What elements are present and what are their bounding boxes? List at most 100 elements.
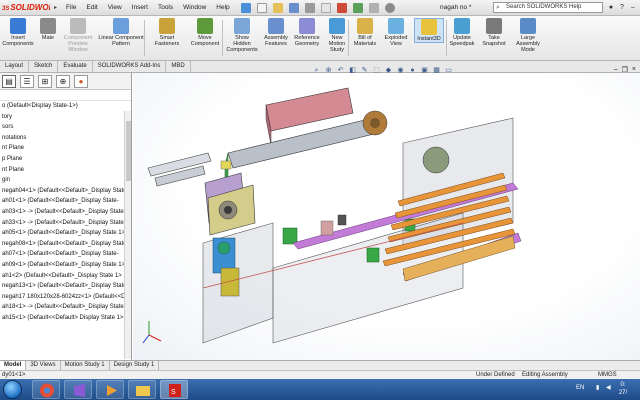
feature-filter[interactable] [0, 90, 131, 101]
tree-item[interactable]: ah1<2> (Default<<Default>_Display State … [0, 271, 131, 282]
ribbon-button-bom[interactable]: Bill of Materials [352, 18, 378, 47]
ribbon-button-smart-fasteners[interactable]: Smart Fasteners [150, 18, 184, 47]
ribbon-button-preview-window[interactable]: Component Preview Window [62, 18, 94, 53]
taskbar-browser-app[interactable] [32, 380, 60, 399]
dynamic-annotation-icon[interactable]: ✎ [360, 66, 369, 75]
open-icon[interactable] [272, 2, 283, 13]
assembly-model[interactable] [133, 73, 640, 360]
tab-evaluate[interactable]: Evaluate [58, 61, 93, 72]
tree-item[interactable]: ah01<1> (Default<<Default>_Display State… [0, 196, 131, 207]
menu-tools[interactable]: Tools [153, 4, 178, 11]
ribbon-button-assembly-features[interactable]: Assembly Features [262, 18, 290, 47]
view-settings-icon[interactable]: ▦ [432, 66, 441, 75]
monitor-icon[interactable]: ▭ [444, 66, 453, 75]
menu-view[interactable]: View [103, 4, 127, 11]
ribbon-button-large-assembly[interactable]: Large Assembly Mode [512, 18, 544, 53]
tree-item[interactable]: ah33<1> -> (Default<<Default>_Display St… [0, 218, 131, 229]
tree-item[interactable]: o (Default<Display State-1>) [0, 101, 131, 112]
start-button[interactable] [3, 380, 22, 399]
new-document-icon[interactable] [256, 2, 267, 13]
select-icon[interactable] [336, 2, 347, 13]
menu-insert[interactable]: Insert [127, 4, 153, 11]
tab-mbd[interactable]: MBD [166, 61, 191, 72]
tree-item[interactable]: notations [0, 133, 131, 144]
file-properties-icon[interactable] [368, 2, 379, 13]
help-icon[interactable]: ? [617, 2, 627, 13]
graphics-area[interactable] [133, 73, 640, 360]
section-view-icon[interactable]: ◧ [348, 66, 357, 75]
home-icon[interactable] [240, 2, 251, 13]
tree-item[interactable]: negah04<1> (Default<<Default>_Display St… [0, 186, 131, 197]
ribbon-button-instant3d[interactable]: Instant3D [414, 18, 444, 43]
status-units[interactable]: MMGS [598, 371, 617, 379]
network-icon[interactable]: ▮ [596, 384, 599, 391]
tree-item[interactable]: ah15<1> (Default<<Default> Display State… [0, 313, 131, 324]
menu-expand-icon[interactable]: ▸ [50, 4, 61, 11]
scrollbar-thumb[interactable] [126, 121, 131, 181]
tree-item[interactable]: tory [0, 112, 131, 123]
solidworks-logo[interactable]: 3SSOLIDWORKS [0, 3, 50, 12]
zoom-to-fit-icon[interactable]: ⌕ [312, 66, 321, 75]
restore-view-icon[interactable]: ❐ [622, 66, 628, 74]
model-tab-motion-study-1[interactable]: Motion Study 1 [61, 361, 110, 370]
ribbon-button-linear-pattern[interactable]: Linear Component Pattern [96, 18, 146, 47]
print-icon[interactable] [304, 2, 315, 13]
ribbon-button-snapshot[interactable]: Take Snapshot [480, 18, 508, 47]
menu-window[interactable]: Window [178, 4, 211, 11]
save-icon[interactable] [288, 2, 299, 13]
tree-item[interactable]: negah08<1> (Default<<Default>_Display St… [0, 239, 131, 250]
taskbar-explorer-app[interactable] [128, 380, 156, 399]
tree-item[interactable]: ah18<1> -> (Default<<Default>_Display St… [0, 302, 131, 313]
tab-sketch[interactable]: Sketch [29, 61, 59, 72]
menu-file[interactable]: File [61, 4, 81, 11]
user-icon[interactable]: ● [606, 2, 616, 13]
feature-tree-scrollbar[interactable] [124, 111, 131, 359]
minimize-view-icon[interactable]: – [614, 66, 618, 74]
ribbon-button-exploded-view[interactable]: Exploded View [382, 18, 410, 47]
hide-show-items-icon[interactable]: ◉ [396, 66, 405, 75]
clock[interactable]: 0: 27/ [610, 381, 636, 397]
minimize-icon[interactable]: – [628, 2, 638, 13]
taskbar-media-app[interactable] [96, 380, 124, 399]
tree-item[interactable]: nt Plane [0, 165, 131, 176]
configuration-manager-tab-icon[interactable]: ⊞ [38, 74, 52, 88]
tree-item[interactable]: ah09<1> (Default<<Default>_Display State… [0, 260, 131, 271]
ribbon-button-show-hidden[interactable]: Show Hidden Components [226, 18, 258, 53]
edit-appearance-icon[interactable]: ● [408, 66, 417, 75]
view-orientation-icon[interactable]: ⬚ [372, 66, 381, 75]
tree-item[interactable]: sors [0, 122, 131, 133]
zoom-to-area-icon[interactable]: ⊕ [324, 66, 333, 75]
menu-help[interactable]: Help [211, 4, 234, 11]
model-tab-model[interactable]: Model [0, 361, 27, 370]
ribbon-button-speedpak[interactable]: Update Speedpak [448, 18, 476, 47]
model-tab-3d-views[interactable]: 3D Views [26, 361, 61, 370]
undo-icon[interactable] [320, 2, 331, 13]
display-style-icon[interactable]: ◆ [384, 66, 393, 75]
tree-item[interactable]: p Plane [0, 154, 131, 165]
tree-item[interactable]: negah17 180x120x28-6024zz<1> (Default<<D… [0, 292, 131, 303]
apply-scene-icon[interactable]: ▣ [420, 66, 429, 75]
taskbar-visual-studio-app[interactable] [64, 380, 92, 399]
display-manager-tab-icon[interactable]: ● [74, 74, 88, 88]
ribbon-button-motion-study[interactable]: New Motion Study [326, 18, 348, 53]
language-indicator[interactable]: EN [576, 385, 584, 391]
tab-layout[interactable]: Layout [0, 61, 30, 72]
taskbar-solidworks-app[interactable]: S [160, 380, 188, 399]
close-view-icon[interactable]: × [632, 66, 636, 74]
tree-item[interactable]: nt Plane [0, 143, 131, 154]
dimxpert-tab-icon[interactable]: ⊕ [56, 74, 70, 88]
tree-item[interactable]: gin [0, 175, 131, 186]
ribbon-button-reference-geometry[interactable]: Reference Geometry [292, 18, 322, 47]
feature-tree-tab-icon[interactable]: ▤ [2, 74, 16, 88]
help-search-input[interactable]: ⌕ Search SOLIDWORKS Help [493, 2, 603, 13]
tree-item[interactable]: ah07<1> (Default<<Default>_Display State… [0, 249, 131, 260]
options-icon[interactable] [384, 2, 395, 13]
tree-item[interactable]: ah03<1> -> (Default<<Default>_Display St… [0, 207, 131, 218]
tree-item[interactable]: negah13<1> (Default<<Default>_Display St… [0, 281, 131, 292]
model-tab-design-study-1[interactable]: Design Study 1 [110, 361, 160, 370]
menu-edit[interactable]: Edit [82, 4, 103, 11]
property-manager-tab-icon[interactable]: ☰ [20, 74, 34, 88]
tab-solidworks-add-ins[interactable]: SOLIDWORKS Add-Ins [93, 61, 167, 72]
ribbon-button-move-component[interactable]: Move Component [188, 18, 222, 47]
rebuild-icon[interactable] [352, 2, 363, 13]
